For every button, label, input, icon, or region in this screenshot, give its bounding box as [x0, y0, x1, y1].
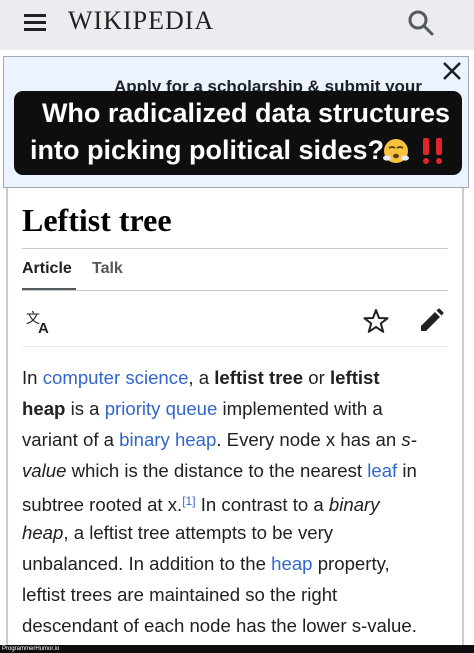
text: which is the distance to the nearest — [66, 460, 368, 481]
page-title: Leftist tree — [22, 202, 172, 238]
article-lead-paragraph: In computer science, a leftist tree or l… — [22, 362, 456, 641]
wikipedia-wordmark[interactable]: WIKIPEDIA — [68, 6, 214, 36]
hamburger-menu-icon[interactable] — [24, 14, 46, 32]
meme-caption-line-2-text: into picking political sides? — [30, 135, 385, 165]
text: leftist trees are maintained so the righ… — [22, 584, 338, 605]
star-icon[interactable] — [363, 308, 389, 334]
text: variant of a — [22, 429, 120, 450]
paragraph-line: leftist trees are maintained so the righ… — [22, 579, 456, 610]
text: descendant of each node has the lower s-… — [22, 615, 417, 636]
top-bar: WIKIPEDIA — [0, 0, 474, 50]
text: implemented with a — [217, 398, 383, 419]
close-icon[interactable] — [439, 58, 465, 84]
meme-caption-line-1: Who radicalized data structures — [41, 98, 451, 128]
paragraph-line: In computer science, a leftist tree or l… — [22, 362, 456, 393]
paragraph-line: value which is the distance to the neare… — [22, 455, 456, 486]
reference-link[interactable]: [1] — [182, 494, 195, 508]
tab-article[interactable]: Article — [22, 260, 72, 278]
bold-term: heap — [22, 398, 66, 419]
text: is a — [65, 398, 105, 419]
text: in — [397, 460, 417, 481]
paragraph-line: unbalanced. In addition to the heap prop… — [22, 548, 456, 579]
text: In contrast to a — [195, 494, 329, 515]
paragraph-line: heap, a leftist tree attempts to be very — [22, 517, 456, 548]
bold-term: leftist tree — [214, 367, 304, 388]
text: . Every node x has an — [216, 429, 402, 450]
link-heap[interactable]: heap — [271, 553, 312, 574]
edit-pencil-icon[interactable] — [418, 308, 444, 334]
link-leaf[interactable]: leaf — [367, 460, 397, 481]
italic-term: value — [22, 460, 67, 481]
text: In — [22, 367, 43, 388]
face-with-steam-emoji — [383, 139, 409, 163]
watermark-strip — [0, 645, 474, 653]
tabs-divider — [22, 290, 448, 291]
link-binary-heap[interactable]: binary heap — [119, 429, 216, 450]
svg-text:A: A — [38, 320, 49, 335]
double-exclamation-emoji — [423, 138, 442, 164]
search-icon[interactable] — [406, 8, 436, 38]
language-icon[interactable]: 文 A — [26, 309, 54, 335]
italic-term: s- — [401, 429, 417, 450]
paragraph-line: descendant of each node has the lower s-… — [22, 610, 456, 641]
text: or — [303, 367, 330, 388]
link-priority-queue[interactable]: priority queue — [105, 398, 218, 419]
text: , a leftist tree attempts to be very — [63, 522, 334, 543]
watermark-text: ProgrammerHumor.io — [2, 646, 60, 652]
paragraph-line: variant of a binary heap. Every node x h… — [22, 424, 456, 455]
italic-term: binary — [328, 494, 380, 515]
link-computer-science[interactable]: computer science — [43, 367, 189, 388]
italic-term: heap — [22, 522, 64, 543]
paragraph-line: heap is a priority queue implemented wit… — [22, 393, 456, 424]
bold-term: leftist — [330, 367, 380, 388]
text: subtree rooted at x. — [22, 494, 183, 515]
text: , a — [188, 367, 215, 388]
text: unbalanced. In addition to the — [22, 553, 272, 574]
title-divider — [22, 248, 448, 249]
tab-talk[interactable]: Talk — [92, 260, 123, 278]
text: property, — [312, 553, 390, 574]
icons-divider — [22, 346, 448, 347]
paragraph-line: subtree rooted at x.[1] In contrast to a… — [22, 486, 456, 517]
